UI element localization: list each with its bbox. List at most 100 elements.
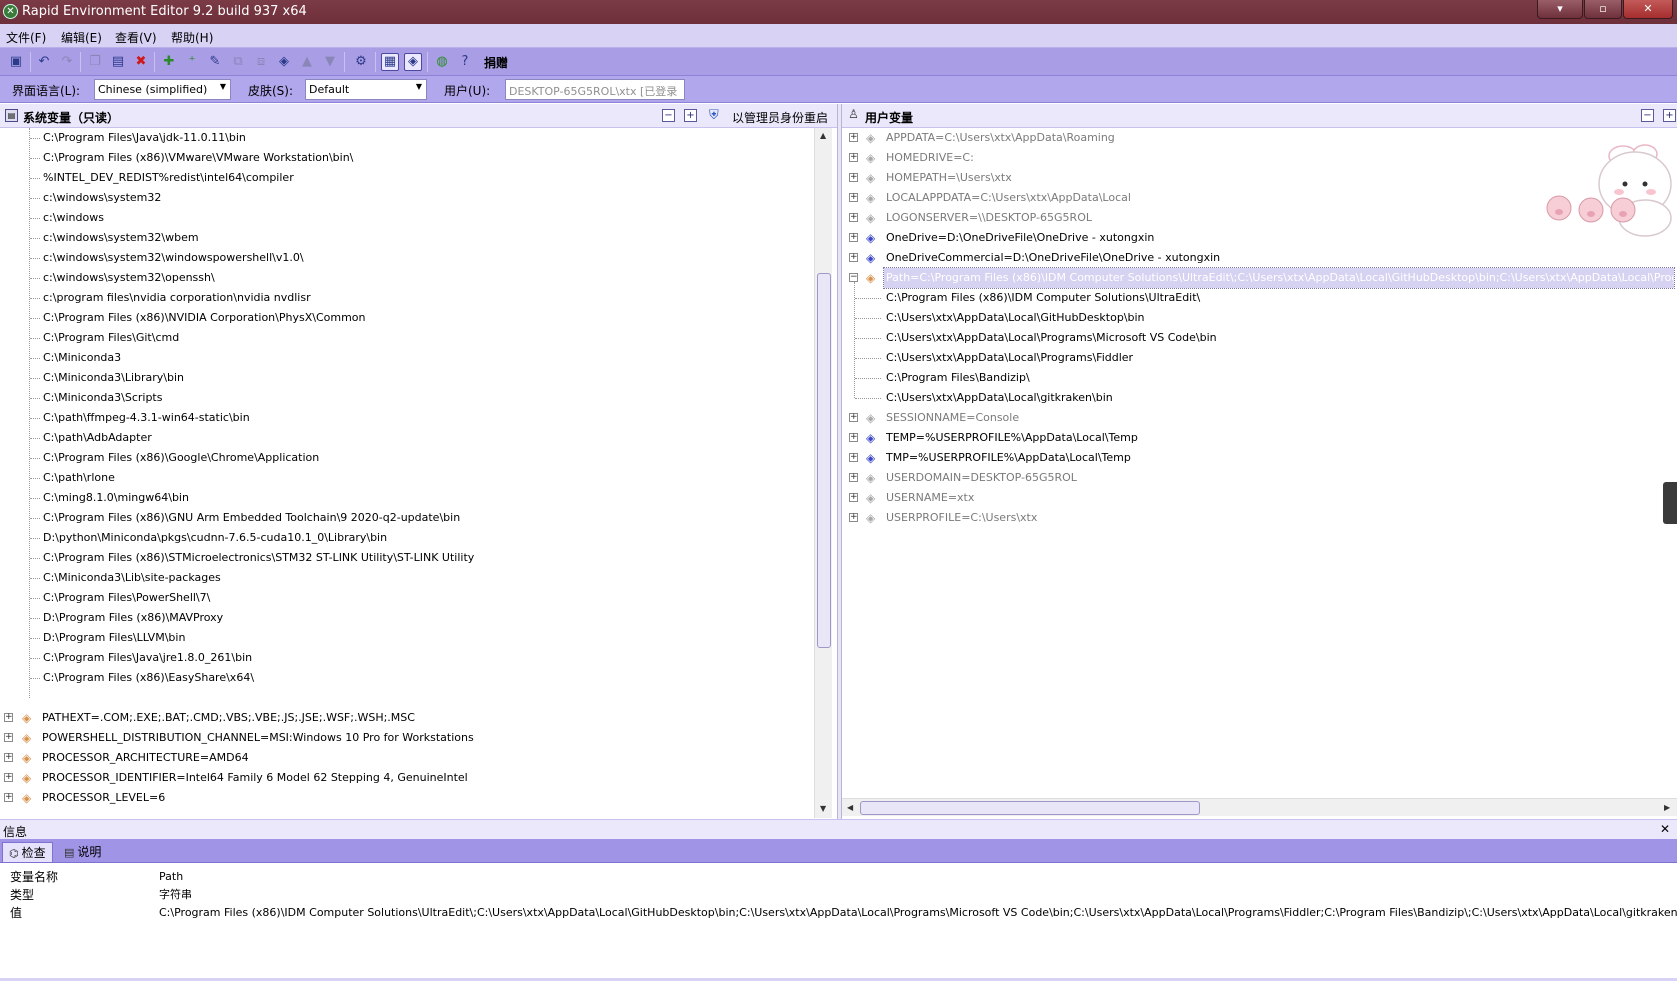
delete-icon[interactable]: ✖ — [132, 53, 150, 71]
path-entry[interactable]: c:\windows\system32\openssh\ — [43, 268, 215, 288]
path-entry[interactable]: c:\windows\system32 — [43, 188, 161, 208]
collapse-all-icon[interactable]: − — [1641, 109, 1654, 122]
path-entry[interactable]: C:\Program Files\Java\jdk-11.0.11\bin — [43, 128, 246, 148]
variable-row[interactable]: APPDATA=C:\Users\xtx\AppData\Roaming — [886, 128, 1115, 148]
variable-row[interactable]: USERDOMAIN=DESKTOP-65G5ROL — [886, 468, 1077, 488]
path-entry[interactable]: C:\Users\xtx\AppData\Local\Programs\Fidd… — [886, 348, 1133, 368]
variable-row[interactable]: OneDriveCommercial=D:\OneDriveFile\OneDr… — [886, 248, 1220, 268]
path-entry[interactable]: C:\Program Files (x86)\IDM Computer Solu… — [886, 288, 1200, 308]
expand-icon[interactable]: + — [849, 513, 858, 522]
minimize-button[interactable]: ▾ — [1537, 0, 1583, 19]
expand-icon[interactable]: + — [849, 173, 858, 182]
path-entry[interactable]: C:\Users\xtx\AppData\Local\gitkraken\bin — [886, 388, 1113, 408]
settings-icon[interactable]: ⚙ — [352, 53, 370, 71]
add-value-icon[interactable]: ⁺ — [183, 53, 201, 71]
side-dock-handle[interactable] — [1663, 482, 1677, 524]
path-variable-row[interactable]: Path=C:\Program Files (x86)\IDM Computer… — [883, 267, 1675, 289]
tag-icon[interactable]: ◈ — [275, 53, 293, 71]
expand-icon[interactable]: + — [4, 773, 13, 782]
expand-icon[interactable]: + — [4, 793, 13, 802]
info-panel-toggle-icon[interactable]: ▦ — [381, 53, 399, 71]
expand-icon[interactable]: + — [849, 213, 858, 222]
path-entry[interactable]: c:\program files\nvidia corporation\nvid… — [43, 288, 311, 308]
variable-row[interactable]: HOMEPATH=\Users\xtx — [886, 168, 1012, 188]
path-entry[interactable]: C:\Users\xtx\AppData\Local\GitHubDesktop… — [886, 308, 1145, 328]
expand-all-icon[interactable]: + — [1663, 109, 1676, 122]
web-icon[interactable]: ◍ — [433, 53, 451, 71]
menu-file[interactable]: 文件(F) — [6, 29, 46, 46]
redo-icon[interactable]: ↷ — [58, 53, 76, 71]
expand-icon[interactable]: + — [849, 473, 858, 482]
scrollbar-thumb[interactable] — [817, 273, 831, 648]
collapse-icon[interactable]: − — [849, 273, 858, 282]
shield-icon[interactable]: ⛨ — [709, 108, 719, 123]
scroll-down-icon[interactable]: ▼ — [820, 804, 826, 813]
path-entry[interactable]: C:\Program Files (x86)\STMicroelectronic… — [43, 548, 474, 568]
variable-row[interactable]: LOGONSERVER=\\DESKTOP-65G5ROL — [886, 208, 1092, 228]
scroll-right-icon[interactable]: ▶ — [1664, 803, 1670, 812]
path-entry[interactable]: C:\Program Files (x86)\Google\Chrome\App… — [43, 448, 319, 468]
expand-icon[interactable]: + — [4, 733, 13, 742]
horizontal-scrollbar[interactable]: ◀ ▶ — [842, 798, 1677, 816]
path-entry[interactable]: C:\Program Files\Bandizip\ — [886, 368, 1030, 388]
scroll-up-icon[interactable]: ▲ — [820, 131, 826, 140]
expand-icon[interactable]: + — [849, 433, 858, 442]
add-variable-icon[interactable]: ✚ — [160, 53, 178, 71]
path-entry[interactable]: %INTEL_DEV_REDIST%redist\intel64\compile… — [43, 168, 294, 188]
variable-row[interactable]: PATHEXT=.COM;.EXE;.BAT;.CMD;.VBS;.VBE;.J… — [42, 708, 415, 728]
menu-help[interactable]: 帮助(H) — [171, 29, 213, 46]
path-entry[interactable]: D:\Program Files (x86)\MAVProxy — [43, 608, 223, 628]
move-down-icon[interactable]: ▼ — [321, 53, 339, 71]
expand-icon[interactable]: + — [849, 413, 858, 422]
path-entry[interactable]: c:\windows\system32\wbem — [43, 228, 199, 248]
path-entry[interactable]: D:\Program Files\LLVM\bin — [43, 628, 185, 648]
variable-row[interactable]: TMP=%USERPROFILE%\AppData\Local\Temp — [886, 448, 1131, 468]
menu-edit[interactable]: 编辑(E) — [61, 29, 102, 46]
path-entry[interactable]: C:\Program Files (x86)\GNU Arm Embedded … — [43, 508, 460, 528]
close-button[interactable]: ✕ — [1623, 0, 1673, 19]
scrollbar-thumb[interactable] — [860, 801, 1200, 815]
collapse-all-icon[interactable]: − — [662, 109, 675, 122]
move-up-icon[interactable]: ▲ — [298, 53, 316, 71]
path-entry[interactable]: C:\Miniconda3 — [43, 348, 121, 368]
variable-row[interactable]: PROCESSOR_LEVEL=6 — [42, 788, 165, 808]
tab-inspect[interactable]: ⌬ 检查 — [2, 842, 53, 862]
help-icon[interactable]: ? — [456, 53, 474, 71]
move-icon[interactable]: ⧈ — [252, 53, 270, 71]
path-entry[interactable]: C:\Program Files (x86)\EasyShare\x64\ — [43, 668, 254, 688]
restart-as-admin-button[interactable]: 以管理员身份重启 — [732, 109, 828, 126]
undo-icon[interactable]: ↶ — [35, 53, 53, 71]
path-entry[interactable]: C:\Miniconda3\Library\bin — [43, 368, 184, 388]
tab-description[interactable]: ▤ 说明 — [58, 842, 107, 862]
variable-row[interactable]: HOMEDRIVE=C: — [886, 148, 974, 168]
paste-icon[interactable]: ▤ — [109, 53, 127, 71]
save-icon[interactable]: ▣ — [7, 53, 25, 71]
expand-icon[interactable]: + — [4, 713, 13, 722]
close-icon[interactable]: ✕ — [1660, 822, 1670, 836]
user-field[interactable]: DESKTOP-65G5ROL\xtx [已登录 — [505, 79, 685, 100]
path-entry[interactable]: C:\path\AdbAdapter — [43, 428, 152, 448]
path-entry[interactable]: C:\path\ffmpeg-4.3.1-win64-static\bin — [43, 408, 250, 428]
expand-all-icon[interactable]: + — [684, 109, 697, 122]
expand-icon[interactable]: + — [849, 493, 858, 502]
path-entry[interactable]: C:\Program Files\Java\jre1.8.0_261\bin — [43, 648, 252, 668]
expand-icon[interactable]: + — [849, 153, 858, 162]
expand-icon[interactable]: + — [849, 233, 858, 242]
maximize-button[interactable]: ▫ — [1584, 0, 1622, 19]
variable-row[interactable]: POWERSHELL_DISTRIBUTION_CHANNEL=MSI:Wind… — [42, 728, 474, 748]
variable-row[interactable]: PROCESSOR_ARCHITECTURE=AMD64 — [42, 748, 249, 768]
path-entry[interactable]: C:\Miniconda3\Lib\site-packages — [43, 568, 221, 588]
variable-row[interactable]: SESSIONNAME=Console — [886, 408, 1019, 428]
tag-filter-toggle-icon[interactable]: ◈ — [404, 53, 422, 71]
path-entry[interactable]: C:\Users\xtx\AppData\Local\Programs\Micr… — [886, 328, 1217, 348]
menu-view[interactable]: 查看(V) — [115, 29, 157, 46]
variable-row[interactable]: USERNAME=xtx — [886, 488, 974, 508]
donate-button[interactable]: 捐赠 — [484, 54, 508, 71]
path-entry[interactable]: C:\Program Files\Git\cmd — [43, 328, 179, 348]
vertical-scrollbar[interactable]: ▲ ▼ — [814, 128, 832, 818]
variable-row[interactable]: PROCESSOR_IDENTIFIER=Intel64 Family 6 Mo… — [42, 768, 468, 788]
expand-icon[interactable]: + — [849, 253, 858, 262]
duplicate-icon[interactable]: ⧉ — [229, 53, 247, 71]
expand-icon[interactable]: + — [849, 133, 858, 142]
edit-icon[interactable]: ✎ — [206, 53, 224, 71]
